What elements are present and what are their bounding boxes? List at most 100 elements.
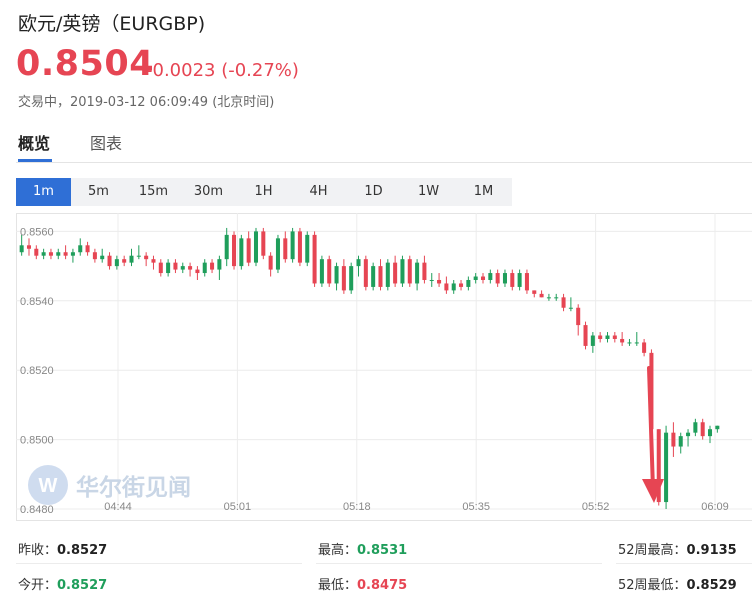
candle [517,269,522,291]
candle-body [70,252,75,256]
candle-body [144,255,149,260]
candle [664,425,669,509]
y-tick-label: 0.8500 [20,435,54,447]
candle-body [158,262,163,274]
candle [349,262,354,294]
candle [158,259,163,277]
stat-value: 0.8475 [357,578,408,593]
watermark-text: 华尔街见闻 [76,474,191,501]
candle-body [78,245,83,253]
tab-chart[interactable]: 图表 [90,130,122,154]
candle [422,255,427,284]
candle-body [290,231,295,260]
candle-body [232,234,237,267]
candle [568,297,573,312]
row-divider [616,563,752,564]
candle-body [422,262,427,280]
y-tick-label: 0.8520 [20,365,54,377]
candle-body [195,269,200,274]
candle-body [371,266,376,287]
candle-body [539,293,544,298]
candle [371,262,376,291]
period-15m[interactable]: 15m [126,178,181,206]
candle-body [634,342,639,344]
candle [26,238,31,256]
candle [634,332,639,346]
x-tick-label: 06:09 [701,501,729,513]
period-1mo[interactable]: 1M [456,178,511,206]
candle-body [488,273,493,280]
candle-body [480,276,486,280]
candle-body [41,252,46,256]
candle-body [188,266,193,270]
stat-label: 52周最低： [618,578,687,593]
trading-status: 交易中，2019-03-12 06:09:49 (北京时间) [18,95,275,110]
candle-body [605,335,610,339]
candle [459,279,464,291]
candle-body [502,273,507,284]
candle [246,231,251,267]
stat-value: 0.8527 [57,543,108,558]
candle-body [136,255,141,257]
candle [78,238,83,256]
candle [290,227,295,263]
candle [583,321,588,350]
period-5m[interactable]: 5m [71,178,126,206]
candle-body [341,266,346,291]
current-price: 0.8504 [16,44,155,84]
stat-52w-low: 52周最低：0.8529 [618,574,737,593]
candle [48,248,53,260]
period-1m[interactable]: 1m [16,178,71,206]
candle-body [437,279,442,284]
candle-body [356,259,361,267]
stat-value: 0.8527 [57,578,108,593]
tab-overview[interactable]: 概览 [18,130,50,154]
candle-body [85,245,90,253]
candle-body [151,259,156,263]
candle [400,255,405,287]
watermark: W 华尔街见闻 [28,465,191,505]
candle [275,234,280,274]
stat-52w-high: 52周最高：0.9135 [618,539,737,558]
candle [415,259,420,291]
candle-body [510,273,515,287]
candle-body [56,252,61,256]
candle-body [664,432,669,503]
candle-body [708,429,713,437]
candle [437,273,442,287]
candle-body [568,307,573,309]
period-4h[interactable]: 4H [291,178,346,206]
stat-high: 最高：0.8531 [318,539,407,558]
tab-divider [16,162,752,163]
candle [312,231,317,287]
stat-value: 0.8529 [686,578,737,593]
candle-body [202,262,207,274]
candle-body [686,432,691,437]
candle-body [459,283,464,287]
period-1h[interactable]: 1H [236,178,291,206]
stat-label: 今开： [18,578,58,593]
candle [144,252,149,267]
candle-body [444,283,449,291]
period-1d[interactable]: 1D [346,178,401,206]
candle [715,425,720,433]
candle [700,418,705,440]
candle [297,227,302,267]
x-tick-label: 05:18 [343,501,371,513]
candle [63,245,68,260]
period-30m[interactable]: 30m [181,178,236,206]
candlestick-chart[interactable]: W 华尔街见闻 0.8560 0.8540 0.8520 0.8500 0.8480 0… [16,213,752,520]
stat-label: 52周最高： [618,543,687,558]
candle [502,269,507,287]
candle [232,231,237,270]
candle [173,259,178,274]
candle [283,231,288,263]
candle-body [122,259,127,263]
period-1w[interactable]: 1W [401,178,456,206]
candle-body [173,262,178,270]
x-tick-label: 05:35 [462,501,490,513]
candle [129,248,134,267]
candle [210,259,215,274]
candle [92,248,97,263]
candle [642,338,647,357]
